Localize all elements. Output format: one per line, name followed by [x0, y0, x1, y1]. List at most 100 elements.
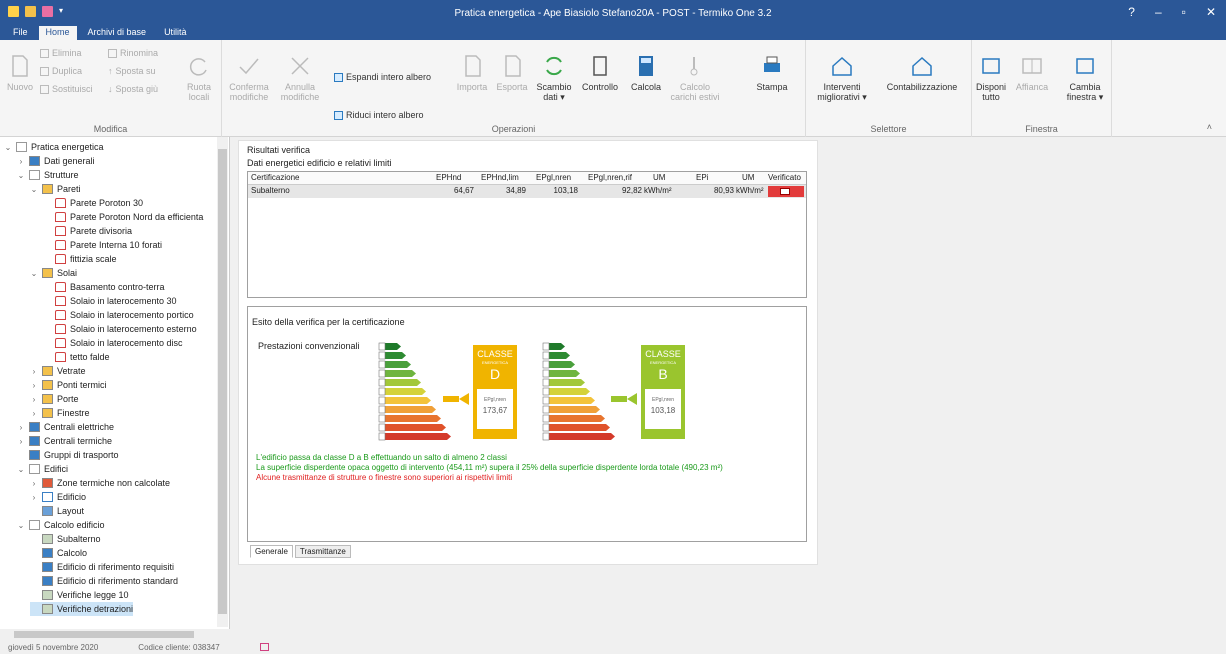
- tile-button[interactable]: Affianca: [1012, 54, 1052, 92]
- tab-archivi-di-base[interactable]: Archivi di base: [81, 26, 154, 40]
- chevron-right-icon[interactable]: ›: [30, 367, 38, 376]
- summer-loads-button[interactable]: Calcolo carichi estivi: [668, 54, 722, 102]
- chevron-right-icon[interactable]: ›: [30, 395, 38, 404]
- expand-tree-button[interactable]: Espandi intero albero: [334, 72, 431, 82]
- cancel-button[interactable]: Annulla modifiche: [276, 54, 324, 102]
- export-button[interactable]: Esporta: [494, 54, 530, 92]
- help-button[interactable]: ?: [1128, 5, 1135, 19]
- tree-node[interactable]: › Porte: [30, 392, 79, 406]
- chevron-down-icon[interactable]: ⌄: [17, 465, 25, 474]
- move-down-button[interactable]: ↓ Sposta giù: [108, 84, 158, 94]
- collapse-tree-button[interactable]: Riduci intero albero: [334, 110, 424, 120]
- calculate-button[interactable]: Calcola: [628, 54, 664, 92]
- chevron-down-icon[interactable]: ⌄: [17, 171, 25, 180]
- col-ephnd-lim[interactable]: EPHnd,lim: [481, 173, 519, 182]
- confirm-button[interactable]: Conferma modifiche: [226, 54, 272, 102]
- chevron-right-icon[interactable]: ›: [17, 157, 25, 166]
- tree-node[interactable]: Solaio in laterocemento disc: [43, 336, 183, 350]
- col-um-2[interactable]: UM: [742, 173, 754, 182]
- chevron-right-icon[interactable]: ›: [30, 409, 38, 418]
- duplicate-button[interactable]: Duplica: [40, 66, 82, 76]
- tree-node[interactable]: ⌄ Pareti: [30, 182, 81, 196]
- tree-node[interactable]: Solaio in laterocemento 30: [43, 294, 177, 308]
- verified-cell[interactable]: [768, 186, 804, 197]
- chevron-right-icon[interactable]: ›: [17, 423, 25, 432]
- delete-button[interactable]: Elimina: [40, 48, 82, 58]
- tab-file[interactable]: File: [6, 26, 35, 40]
- improvements-button[interactable]: Interventi migliorativi ▾: [812, 54, 872, 102]
- tree-node[interactable]: Edificio di riferimento requisiti: [30, 560, 174, 574]
- chevron-down-icon[interactable]: ⌄: [30, 269, 38, 278]
- maximize-button[interactable]: ▫: [1182, 5, 1186, 19]
- table-row[interactable]: Subalterno 64,67 34,89 103,18 92,82 kWh/…: [248, 185, 806, 198]
- tree-node[interactable]: › Centrali termiche: [17, 434, 112, 448]
- tree-node[interactable]: › Edificio: [30, 490, 86, 504]
- scrollbar-thumb[interactable]: [14, 631, 194, 638]
- tree-node[interactable]: › Zone termiche non calcolate: [30, 476, 170, 490]
- chevron-right-icon[interactable]: ›: [30, 479, 38, 488]
- print-button[interactable]: Stampa: [754, 54, 790, 92]
- exchange-data-button[interactable]: Scambio dati ▾: [534, 54, 574, 102]
- tree-node[interactable]: Solaio in laterocemento esterno: [43, 322, 197, 336]
- tab-utilita[interactable]: Utilità: [157, 26, 194, 40]
- switch-window-button[interactable]: Cambia finestra ▾: [1062, 54, 1108, 102]
- chevron-right-icon[interactable]: ›: [30, 381, 38, 390]
- chevron-down-icon[interactable]: ⌄: [30, 185, 38, 194]
- chevron-down-icon[interactable]: ⌄: [4, 143, 12, 152]
- tree-node[interactable]: Edificio di riferimento standard: [30, 574, 178, 588]
- tree-vertical-scrollbar[interactable]: [217, 137, 228, 627]
- tree-node[interactable]: ⌄ Solai: [30, 266, 77, 280]
- col-ephnd[interactable]: EPHnd: [436, 173, 461, 182]
- chevron-right-icon[interactable]: ›: [30, 493, 38, 502]
- tree-horizontal-scrollbar[interactable]: [0, 629, 228, 640]
- col-epi[interactable]: EPi: [696, 173, 708, 182]
- col-certificazione[interactable]: Certificazione: [251, 173, 299, 182]
- tree-node[interactable]: › Vetrate: [30, 364, 86, 378]
- tree-node[interactable]: › Centrali elettriche: [17, 420, 114, 434]
- col-verificato[interactable]: Verificato: [768, 173, 801, 182]
- tree-node[interactable]: ⌄ Edifici: [17, 462, 68, 476]
- tree-node[interactable]: Verifiche legge 10: [30, 588, 129, 602]
- col-epgl-nren[interactable]: EPgl,nren: [536, 173, 571, 182]
- tree-node[interactable]: Parete Poroton Nord da efficienta: [43, 210, 203, 224]
- tree-node[interactable]: ⌄ Strutture: [17, 168, 79, 182]
- check-button[interactable]: Controllo: [578, 54, 622, 92]
- tree-node[interactable]: Parete Interna 10 forati: [43, 238, 162, 252]
- minimize-button[interactable]: –: [1155, 5, 1162, 19]
- arrange-all-button[interactable]: Disponi tutto: [974, 54, 1008, 102]
- tree-node[interactable]: Verifiche detrazioni: [30, 602, 134, 616]
- import-button[interactable]: Importa: [454, 54, 490, 92]
- tree-node[interactable]: Basamento contro-terra: [43, 280, 165, 294]
- tree-node[interactable]: ⌄ Calcolo edificio: [17, 518, 105, 532]
- move-up-button[interactable]: ↑ Sposta su: [108, 66, 156, 76]
- tab-generale[interactable]: Generale: [250, 545, 293, 558]
- tree-node[interactable]: Solaio in laterocemento portico: [43, 308, 194, 322]
- tree-node[interactable]: fittizia scale: [43, 252, 117, 266]
- col-um[interactable]: UM: [653, 173, 665, 182]
- tab-home[interactable]: Home: [38, 26, 77, 40]
- tree-node[interactable]: Parete Poroton 30: [43, 196, 143, 210]
- replace-button[interactable]: Sostituisci: [40, 84, 93, 94]
- collapse-ribbon-icon[interactable]: ˄: [1207, 122, 1212, 132]
- tree-node[interactable]: › Finestre: [30, 406, 90, 420]
- tree-node[interactable]: Parete divisoria: [43, 224, 132, 238]
- chevron-right-icon[interactable]: ›: [17, 437, 25, 446]
- col-epgl-nren-rif[interactable]: EPgl,nren,rif: [588, 173, 632, 182]
- tree-node[interactable]: › Dati generali: [17, 154, 95, 168]
- chevron-down-icon[interactable]: ⌄: [17, 521, 25, 530]
- verified-checkbox[interactable]: [780, 188, 790, 195]
- tree-node[interactable]: Calcolo: [30, 546, 87, 560]
- tree-node[interactable]: › Ponti termici: [30, 378, 107, 392]
- close-button[interactable]: ✕: [1206, 5, 1216, 19]
- rotate-rooms-button[interactable]: Ruota locali: [182, 54, 216, 102]
- tree-node[interactable]: Gruppi di trasporto: [17, 448, 119, 462]
- tree-node[interactable]: Layout: [30, 504, 84, 518]
- rename-button[interactable]: Rinomina: [108, 48, 158, 58]
- tree-node[interactable]: ⌄ Pratica energetica: [4, 140, 104, 154]
- scrollbar-thumb[interactable]: [218, 149, 227, 614]
- new-button[interactable]: Nuovo: [6, 54, 34, 92]
- tree-node[interactable]: tetto falde: [43, 350, 110, 364]
- tree-node[interactable]: Subalterno: [30, 532, 101, 546]
- accounting-button[interactable]: Contabilizzazione: [878, 54, 966, 92]
- tab-trasmittanze[interactable]: Trasmittanze: [294, 545, 351, 558]
